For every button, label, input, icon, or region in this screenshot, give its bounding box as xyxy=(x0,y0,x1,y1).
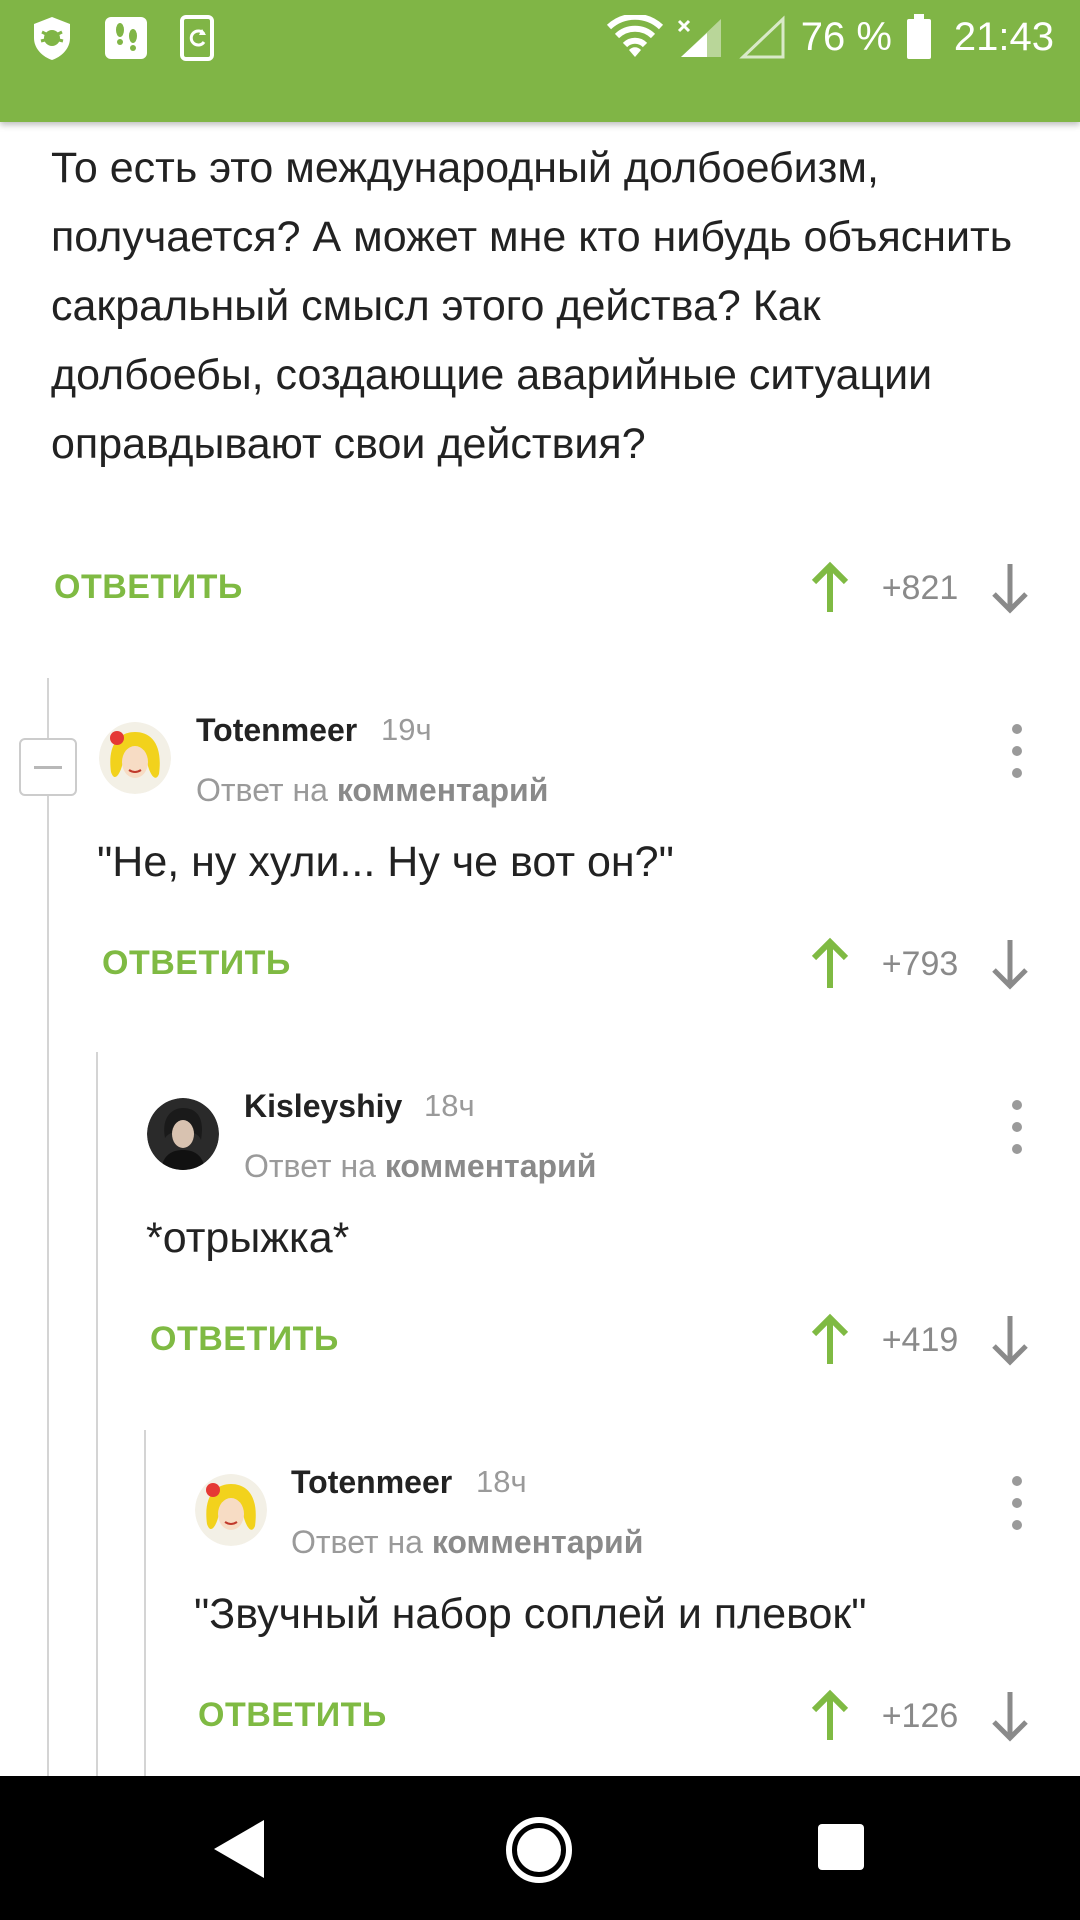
battery-icon xyxy=(906,14,931,59)
reply-to-prefix: Ответ на xyxy=(196,772,328,808)
reply-to-label: Ответ на комментарий xyxy=(196,772,548,809)
more-options-icon[interactable] xyxy=(997,1100,1037,1160)
thread-line xyxy=(144,1430,146,1776)
vote-bar: +821 xyxy=(800,558,1040,618)
avatar[interactable] xyxy=(147,1098,219,1170)
thread-line xyxy=(96,1052,98,1776)
footprints-icon xyxy=(102,14,150,67)
comments-feed[interactable]: То есть это международный долбоебизм, по… xyxy=(0,122,1080,1776)
comment-time: 19ч xyxy=(381,712,432,747)
reply-to-link[interactable]: комментарий xyxy=(337,772,549,808)
back-icon[interactable] xyxy=(206,1816,272,1882)
reply-button[interactable]: ОТВЕТИТЬ xyxy=(102,944,291,983)
sync-icon xyxy=(178,14,218,67)
score: +821 xyxy=(881,568,959,607)
thread-line xyxy=(47,678,49,1776)
shield-bug-icon xyxy=(28,14,76,67)
vote-bar: +126 xyxy=(800,1686,1040,1746)
comment-time: 18ч xyxy=(424,1088,475,1123)
more-options-icon[interactable] xyxy=(997,724,1037,784)
clock: 21:43 xyxy=(953,14,1054,59)
score: +419 xyxy=(881,1320,959,1359)
comment-text: "Звучный набор соплей и плевок" xyxy=(194,1590,867,1638)
avatar[interactable] xyxy=(99,722,171,794)
signal-empty-icon xyxy=(738,15,785,59)
wifi-icon xyxy=(606,15,663,57)
reply-to-prefix: Ответ на xyxy=(291,1524,423,1560)
comment-author[interactable]: Totenmeer xyxy=(196,712,357,749)
avatar[interactable] xyxy=(195,1474,267,1546)
score: +126 xyxy=(881,1696,959,1735)
collapse-thread-button[interactable] xyxy=(19,738,77,796)
reply-to-prefix: Ответ на xyxy=(244,1148,376,1184)
comment-text: То есть это международный долбоебизм, по… xyxy=(51,144,1013,468)
reply-to-link[interactable]: комментарий xyxy=(432,1524,644,1560)
downvote-arrow-icon[interactable] xyxy=(980,558,1040,618)
recents-icon[interactable] xyxy=(816,1822,866,1872)
score: +793 xyxy=(881,944,959,983)
status-bar: 76 % 21:43 xyxy=(0,0,1080,122)
more-options-icon[interactable] xyxy=(997,1476,1037,1536)
downvote-arrow-icon[interactable] xyxy=(980,1686,1040,1746)
upvote-arrow-icon[interactable] xyxy=(800,1310,860,1370)
downvote-arrow-icon[interactable] xyxy=(980,1310,1040,1370)
reply-button[interactable]: ОТВЕТИТЬ xyxy=(150,1320,339,1359)
comment-author[interactable]: Kisleyshiy xyxy=(244,1088,402,1125)
reply-to-link[interactable]: комментарий xyxy=(385,1148,597,1184)
vote-bar: +419 xyxy=(800,1310,1040,1370)
home-icon[interactable] xyxy=(503,1814,575,1886)
battery-percent: 76 % xyxy=(800,14,892,59)
signal-icon xyxy=(677,19,721,57)
downvote-arrow-icon[interactable] xyxy=(980,934,1040,994)
reply-to-label: Ответ на комментарий xyxy=(244,1148,596,1185)
comment-author[interactable]: Totenmeer xyxy=(291,1464,452,1501)
comment-text: *отрыжка* xyxy=(146,1214,350,1262)
upvote-arrow-icon[interactable] xyxy=(800,1686,860,1746)
reply-to-label: Ответ на комментарий xyxy=(291,1524,643,1561)
comment-text: "Не, ну хули... Ну че вот он?" xyxy=(97,838,674,886)
upvote-arrow-icon[interactable] xyxy=(800,558,860,618)
reply-button[interactable]: ОТВЕТИТЬ xyxy=(54,568,243,607)
comment-time: 18ч xyxy=(476,1464,527,1499)
reply-button[interactable]: ОТВЕТИТЬ xyxy=(198,1696,387,1735)
vote-bar: +793 xyxy=(800,934,1040,994)
navigation-bar xyxy=(0,1776,1080,1920)
upvote-arrow-icon[interactable] xyxy=(800,934,860,994)
